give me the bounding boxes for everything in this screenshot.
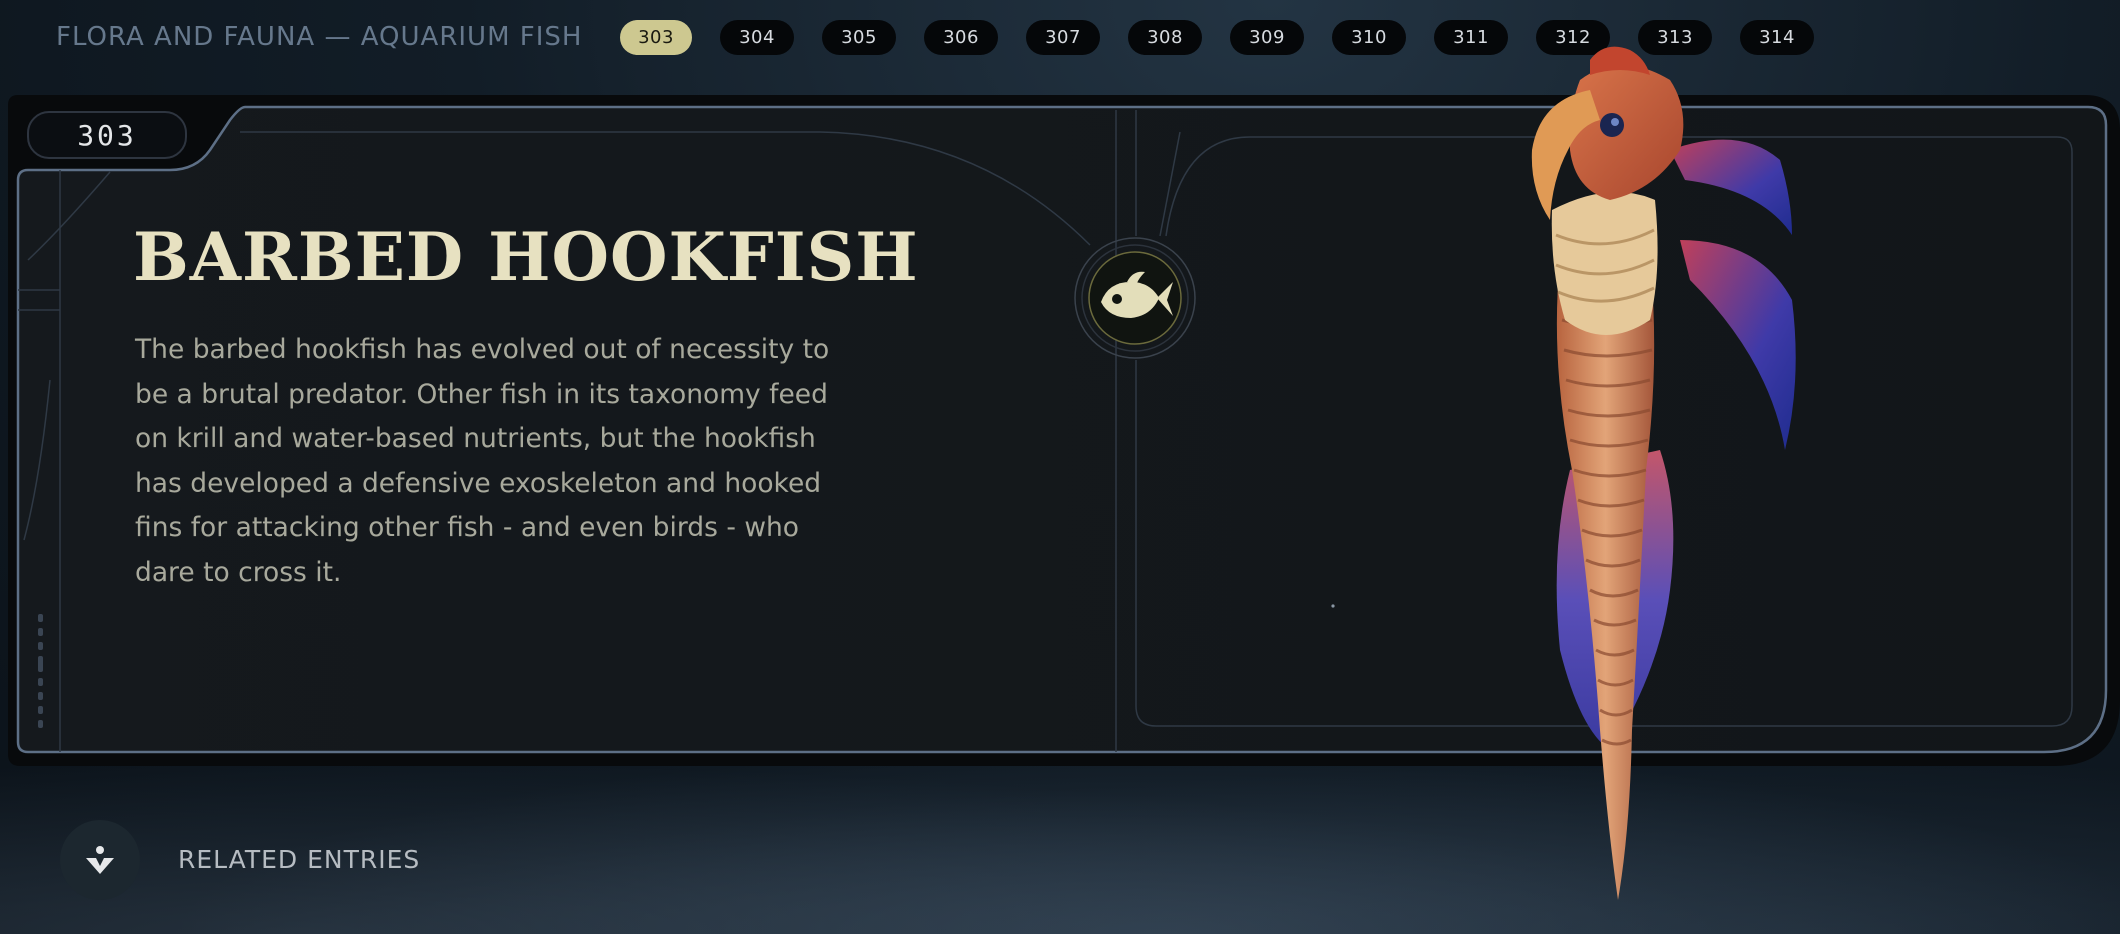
- related-entries-icon: [86, 846, 114, 874]
- fish-icon: [1074, 237, 1196, 359]
- entry-title: BARBED HOOKFISH: [133, 218, 919, 296]
- related-entries-button[interactable]: [60, 820, 140, 900]
- creature-image: [1531, 46, 1796, 900]
- entry-description: The barbed hookfish has evolved out of n…: [135, 334, 830, 588]
- entry-number-badge: 303: [27, 111, 187, 159]
- related-entries-label[interactable]: RELATED ENTRIES: [178, 845, 420, 874]
